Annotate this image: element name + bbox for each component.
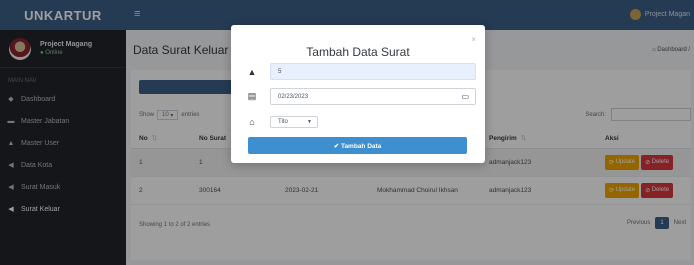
home-icon: ⌂ bbox=[249, 116, 255, 127]
close-icon[interactable]: × bbox=[471, 35, 476, 44]
form-row-city: ⌂ Tito ▼ bbox=[244, 113, 476, 130]
chevron-down-icon: ▼ bbox=[307, 118, 312, 125]
building-icon: ▤ bbox=[247, 91, 257, 101]
submit-button[interactable]: ✔ Tambah Data bbox=[248, 137, 467, 154]
date-field[interactable]: 02/23/2023 ▭ bbox=[270, 88, 476, 105]
form-row-date: ▤ 02/23/2023 ▭ bbox=[244, 88, 476, 105]
modal-title: Tambah Data Surat bbox=[306, 45, 410, 59]
user-icon: ▲ bbox=[247, 66, 257, 77]
calendar-icon[interactable]: ▭ bbox=[461, 92, 469, 101]
city-select[interactable]: Tito ▼ bbox=[270, 115, 318, 128]
add-surat-modal: × Tambah Data Surat ▲ 5 ▤ 02/23/2023 ▭ ⌂ … bbox=[231, 25, 485, 163]
user-field[interactable]: 5 bbox=[270, 63, 476, 80]
form-row-user: ▲ 5 bbox=[244, 63, 476, 80]
